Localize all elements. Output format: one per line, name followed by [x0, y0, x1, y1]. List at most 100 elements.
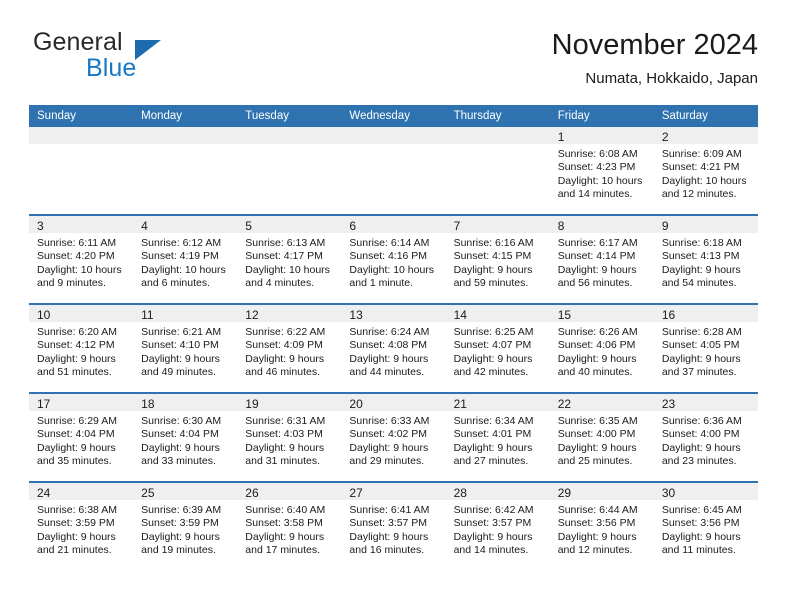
daylight-text-line2: and 29 minutes. [349, 455, 425, 468]
sunset-text: Sunset: 4:00 PM [661, 428, 740, 441]
calendar-day-cell[interactable]: 22 Sunrise: 6:35 AM Sunset: 4:00 PM Dayligh… [549, 392, 654, 482]
calendar-day-cell[interactable]: 3 Sunrise: 6:11 AM Sunset: 4:20 PM Daylight… [29, 214, 134, 304]
calendar-day-cell[interactable]: 11 Sunrise: 6:21 AM Sunset: 4:10 PM Dayligh… [133, 303, 238, 393]
sunset-text: Sunset: 4:07 PM [453, 339, 532, 352]
day-details: Sunrise: 6:09 AM Sunset: 4:21 PM Daylight:… [654, 144, 758, 202]
calendar-day-cell[interactable]: 19 Sunrise: 6:31 AM Sunset: 4:03 PM Dayligh… [237, 392, 342, 482]
daylight-text-line1: Daylight: 9 hours [37, 530, 116, 543]
daylight-text-line1: Daylight: 9 hours [141, 530, 220, 543]
daylight-text-line1: Daylight: 9 hours [349, 530, 429, 543]
daylight-text-line2: and 42 minutes. [453, 366, 529, 379]
day-number-strip: 14 [445, 305, 550, 322]
daylight-text-line2: and 9 minutes. [37, 277, 106, 290]
calendar-day-cell[interactable]: 4 Sunrise: 6:12 AM Sunset: 4:19 PM Daylight… [133, 214, 238, 304]
brand-logo[interactable]: General Blue [29, 28, 259, 88]
calendar-table: Sunday Monday Tuesday Wednesday Thursday… [29, 105, 758, 570]
calendar-day-cell[interactable]: 26 Sunrise: 6:40 AM Sunset: 3:58 PM Dayligh… [237, 481, 342, 570]
calendar-day-cell[interactable]: 24 Sunrise: 6:38 AM Sunset: 3:59 PM Dayligh… [29, 481, 134, 570]
sunrise-text: Sunrise: 6:14 AM [349, 237, 430, 249]
sunset-text: Sunset: 4:08 PM [349, 339, 428, 352]
weekday-header-friday: Friday [549, 105, 654, 127]
daylight-text-line2: and 37 minutes. [661, 366, 737, 379]
day-number: 25 [141, 486, 155, 500]
day-cell-inner: 5 Sunrise: 6:13 AM Sunset: 4:17 PM Daylight… [237, 216, 342, 303]
calendar-day-cell[interactable]: 29 Sunrise: 6:44 AM Sunset: 3:56 PM Dayligh… [549, 481, 654, 570]
day-cell-inner [29, 127, 134, 214]
day-cell-inner: 24 Sunrise: 6:38 AM Sunset: 3:59 PM Dayligh… [29, 483, 134, 570]
sunrise-text: Sunrise: 6:12 AM [141, 237, 222, 249]
day-cell-inner [133, 127, 238, 214]
sunrise-text: Sunrise: 6:30 AM [141, 415, 222, 427]
sunrise-text: Sunrise: 6:17 AM [557, 237, 638, 249]
calendar-day-cell[interactable]: 30 Sunrise: 6:45 AM Sunset: 3:56 PM Dayligh… [653, 481, 758, 570]
sunrise-text: Sunrise: 6:44 AM [557, 504, 638, 516]
daylight-text-line2: and 51 minutes. [37, 366, 112, 379]
calendar-day-cell[interactable]: 27 Sunrise: 6:41 AM Sunset: 3:57 PM Dayligh… [341, 481, 446, 570]
calendar-day-cell[interactable]: 7 Sunrise: 6:16 AM Sunset: 4:15 PM Daylight… [445, 214, 550, 304]
day-details: Sunrise: 6:22 AM Sunset: 4:09 PM Daylight:… [237, 322, 341, 380]
calendar-day-cell[interactable]: 8 Sunrise: 6:17 AM Sunset: 4:14 PM Daylight… [549, 214, 654, 304]
daylight-text-line2: and 1 minute. [349, 277, 414, 290]
calendar-day-cell[interactable]: 18 Sunrise: 6:30 AM Sunset: 4:04 PM Dayligh… [133, 392, 238, 482]
day-cell-inner: 26 Sunrise: 6:40 AM Sunset: 3:58 PM Dayligh… [237, 483, 342, 570]
day-number: 20 [349, 397, 363, 411]
calendar-day-cell[interactable]: 1 Sunrise: 6:08 AM Sunset: 4:23 PM Daylight… [549, 127, 654, 215]
daylight-text-line2: and 12 minutes. [661, 188, 737, 201]
day-number-strip: 21 [445, 394, 550, 411]
sunset-text: Sunset: 4:13 PM [661, 250, 740, 263]
day-number: 2 [661, 130, 669, 144]
day-number-strip: 3 [29, 216, 134, 233]
weekday-header-monday: Monday [133, 105, 238, 127]
day-number-strip: 13 [341, 305, 446, 322]
daylight-text-line1: Daylight: 10 hours [557, 174, 643, 187]
day-cell-inner: 4 Sunrise: 6:12 AM Sunset: 4:19 PM Daylight… [133, 216, 238, 303]
calendar-day-cell[interactable]: 12 Sunrise: 6:22 AM Sunset: 4:09 PM Dayligh… [237, 303, 342, 393]
calendar-day-cell[interactable]: 23 Sunrise: 6:36 AM Sunset: 4:00 PM Dayligh… [653, 392, 758, 482]
calendar-day-cell[interactable]: 20 Sunrise: 6:33 AM Sunset: 4:02 PM Dayligh… [341, 392, 446, 482]
day-cell-inner: 11 Sunrise: 6:21 AM Sunset: 4:10 PM Dayligh… [133, 305, 238, 392]
calendar-day-cell[interactable]: 25 Sunrise: 6:39 AM Sunset: 3:59 PM Dayligh… [133, 481, 238, 570]
calendar-day-cell[interactable]: 2 Sunrise: 6:09 AM Sunset: 4:21 PM Daylight… [653, 127, 758, 215]
weekday-header-wednesday: Wednesday [341, 105, 446, 127]
sunset-text: Sunset: 4:10 PM [141, 339, 219, 352]
sunrise-text: Sunrise: 6:25 AM [453, 326, 534, 338]
calendar-day-cell[interactable]: 16 Sunrise: 6:28 AM Sunset: 4:05 PM Dayligh… [653, 303, 758, 393]
day-number-strip: 1 [549, 127, 654, 144]
calendar-day-cell[interactable]: 17 Sunrise: 6:29 AM Sunset: 4:04 PM Dayligh… [29, 392, 134, 482]
sunset-text: Sunset: 3:57 PM [453, 517, 532, 530]
daylight-text-line1: Daylight: 9 hours [661, 263, 741, 276]
sunset-text: Sunset: 4:21 PM [661, 161, 740, 174]
calendar-day-cell[interactable]: 9 Sunrise: 6:18 AM Sunset: 4:13 PM Daylight… [653, 214, 758, 304]
calendar-empty-cell [133, 127, 238, 215]
calendar-day-cell[interactable]: 6 Sunrise: 6:14 AM Sunset: 4:16 PM Daylight… [341, 214, 446, 304]
day-number: 4 [141, 219, 148, 233]
calendar-day-cell[interactable]: 5 Sunrise: 6:13 AM Sunset: 4:17 PM Daylight… [237, 214, 342, 304]
day-cell-inner: 2 Sunrise: 6:09 AM Sunset: 4:21 PM Daylight… [653, 127, 758, 214]
calendar-day-cell[interactable]: 28 Sunrise: 6:42 AM Sunset: 3:57 PM Dayligh… [445, 481, 550, 570]
sunset-text: Sunset: 4:19 PM [141, 250, 219, 263]
day-number-strip: 30 [653, 483, 758, 500]
calendar-day-cell[interactable]: 14 Sunrise: 6:25 AM Sunset: 4:07 PM Dayligh… [445, 303, 550, 393]
day-cell-inner: 25 Sunrise: 6:39 AM Sunset: 3:59 PM Dayligh… [133, 483, 238, 570]
day-details: Sunrise: 6:38 AM Sunset: 3:59 PM Daylight:… [29, 500, 133, 558]
sunrise-text: Sunrise: 6:38 AM [37, 504, 117, 516]
sunset-text: Sunset: 4:12 PM [37, 339, 115, 352]
daylight-text-line2: and 44 minutes. [349, 366, 425, 379]
day-number: 27 [349, 486, 363, 500]
day-cell-inner: 17 Sunrise: 6:29 AM Sunset: 4:04 PM Dayligh… [29, 394, 134, 481]
day-number-strip: 7 [445, 216, 550, 233]
daylight-text-line2: and 31 minutes. [245, 455, 320, 468]
daylight-text-line2: and 23 minutes. [661, 455, 737, 468]
day-number-strip: 17 [29, 394, 134, 411]
daylight-text-line2: and 59 minutes. [453, 277, 529, 290]
sunrise-text: Sunrise: 6:09 AM [661, 148, 742, 160]
day-number-strip: 29 [549, 483, 654, 500]
day-number-strip: 9 [653, 216, 758, 233]
day-details: Sunrise: 6:16 AM Sunset: 4:15 PM Daylight:… [446, 233, 550, 291]
calendar-day-cell[interactable]: 10 Sunrise: 6:20 AM Sunset: 4:12 PM Dayligh… [29, 303, 134, 393]
day-number-strip: 8 [549, 216, 654, 233]
calendar-day-cell[interactable]: 15 Sunrise: 6:26 AM Sunset: 4:06 PM Dayligh… [549, 303, 654, 393]
calendar-day-cell[interactable]: 21 Sunrise: 6:34 AM Sunset: 4:01 PM Dayligh… [445, 392, 550, 482]
title-block: November 2024 Numata, Hokkaido, Japan [552, 28, 758, 88]
calendar-day-cell[interactable]: 13 Sunrise: 6:24 AM Sunset: 4:08 PM Dayligh… [341, 303, 446, 393]
